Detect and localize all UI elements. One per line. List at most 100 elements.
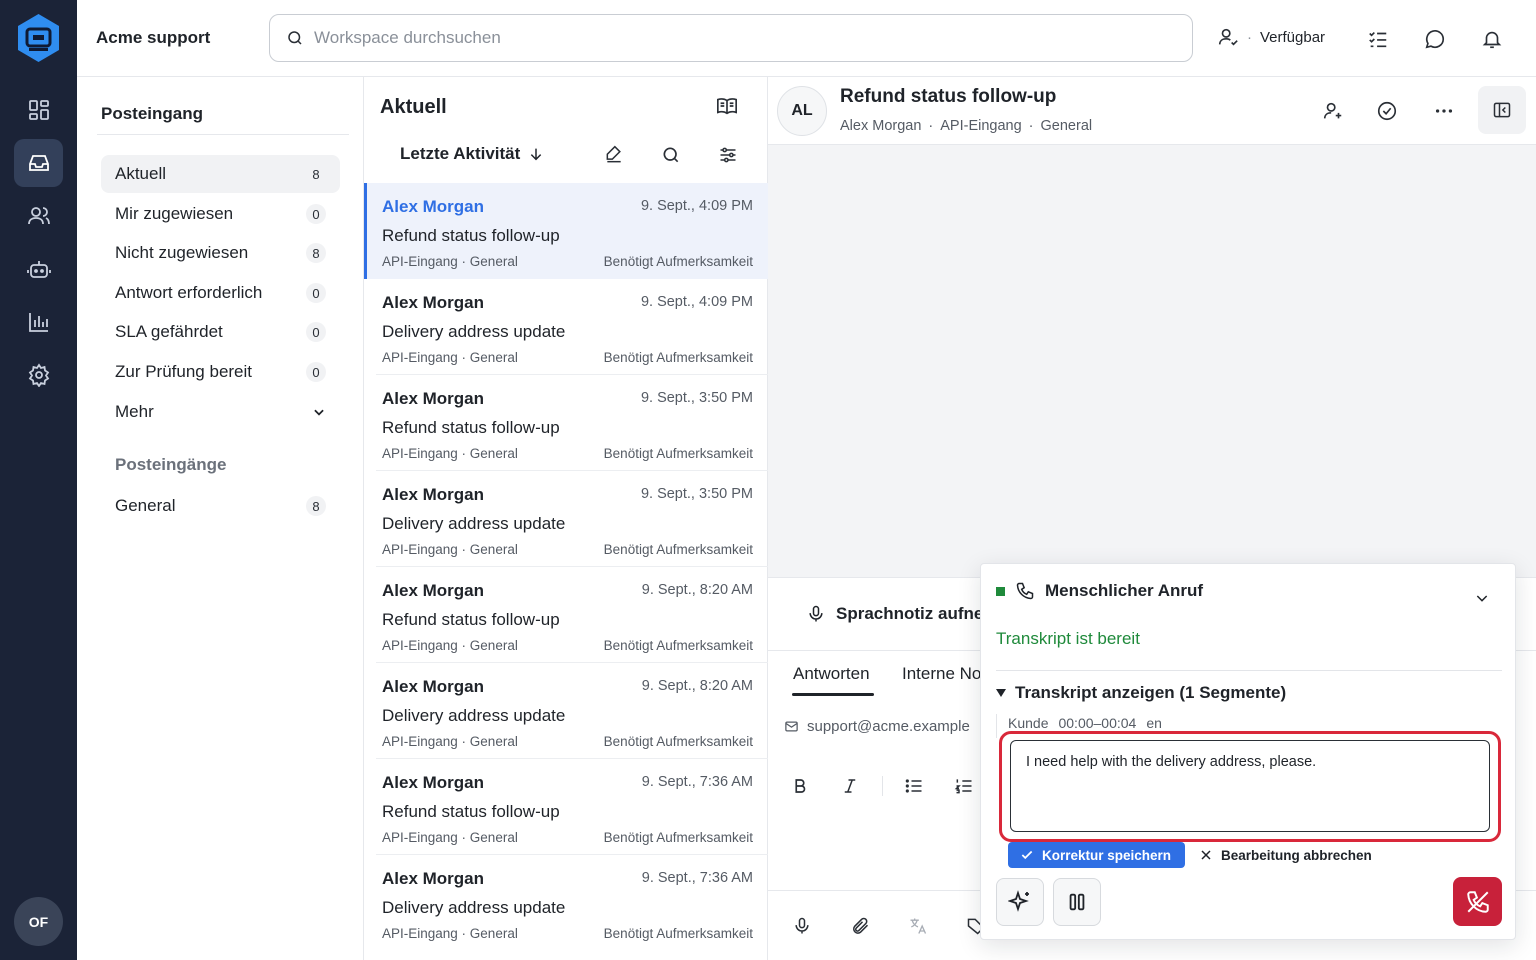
conversation-item[interactable]: Alex Morgan 9. Sept., 4:09 PM Refund sta… xyxy=(364,183,768,279)
search-input[interactable] xyxy=(314,28,1174,48)
settings-icon[interactable] xyxy=(14,351,63,399)
sort-dropdown[interactable]: Letzte Aktivität xyxy=(400,144,544,164)
sidebar-item-mehr[interactable]: Mehr xyxy=(101,393,340,431)
separator: · xyxy=(1028,118,1034,134)
conversation-meta: API-Eingang · General xyxy=(382,830,518,845)
phone-off-icon xyxy=(1466,890,1489,913)
conversation-subject: Delivery address update xyxy=(382,322,566,341)
book-icon[interactable] xyxy=(716,95,738,117)
compose-icon[interactable] xyxy=(602,143,626,167)
live-indicator xyxy=(996,587,1005,596)
toggle-panel-button[interactable] xyxy=(1478,86,1526,134)
arrow-down-icon xyxy=(531,148,542,161)
search-icon[interactable] xyxy=(659,143,683,167)
sidebar-item-general[interactable]: General 8 xyxy=(101,487,340,525)
conversation-meta: API-Eingang · General xyxy=(382,542,518,557)
conversation-list-panel: Aktuell Letzte Aktivität Alex Morgan 9. … xyxy=(364,77,768,960)
italic-icon[interactable] xyxy=(838,774,862,798)
filter-icon[interactable] xyxy=(716,143,740,167)
conversation-meta: API-Eingang · General xyxy=(382,734,518,749)
divider xyxy=(882,776,883,796)
chat-icon[interactable] xyxy=(1420,24,1450,54)
status-label: Verfügbar xyxy=(1260,28,1326,46)
save-correction-button[interactable]: Korrektur speichern xyxy=(1008,842,1186,868)
call-title-label: Menschlicher Anruf xyxy=(1045,581,1204,600)
divider xyxy=(996,670,1502,671)
timestamp: 9. Sept., 7:36 AM xyxy=(641,870,753,886)
microphone-icon[interactable] xyxy=(790,914,814,938)
conversation-item[interactable]: Alex Morgan 9. Sept., 3:50 PM Refund sta… xyxy=(364,375,768,471)
team-name[interactable]: General xyxy=(1041,118,1093,134)
attention-flag: Benötigt Aufmerksamkeit xyxy=(603,254,753,269)
count-badge: 0 xyxy=(306,322,326,342)
tab-reply[interactable]: Antworten xyxy=(793,664,870,684)
conversation-item[interactable]: Alex Morgan 9. Sept., 8:20 AM Refund sta… xyxy=(364,567,768,663)
timestamp: 9. Sept., 4:09 PM xyxy=(640,198,753,214)
bold-icon[interactable] xyxy=(788,774,812,798)
resolve-check-icon[interactable] xyxy=(1373,97,1401,125)
call-popup: Menschlicher Anruf Transkript ist bereit… xyxy=(980,563,1516,940)
dashboard-icon[interactable] xyxy=(14,86,63,134)
active-tab-indicator xyxy=(792,693,874,696)
translate-icon[interactable] xyxy=(906,914,930,938)
contact-name: Alex Morgan xyxy=(382,581,485,600)
hang-up-button[interactable] xyxy=(1453,877,1502,926)
attention-flag: Benötigt Aufmerksamkeit xyxy=(603,830,753,845)
timestamp: 9. Sept., 3:50 PM xyxy=(640,390,753,406)
sidebar-item-zur-pruefung-bereit[interactable]: Zur Prüfung bereit 0 xyxy=(101,353,340,391)
user-avatar[interactable]: OF xyxy=(14,897,63,946)
conversation-meta: API-Eingang · General xyxy=(382,446,518,461)
tasks-icon[interactable] xyxy=(1363,24,1393,54)
conversation-item[interactable]: Alex Morgan 9. Sept., 8:20 AM Delivery a… xyxy=(364,663,768,759)
sidebar-item-nicht-zugewiesen[interactable]: Nicht zugewiesen 8 xyxy=(101,234,340,272)
reports-icon[interactable] xyxy=(14,298,63,346)
check-icon xyxy=(1021,850,1033,860)
numbered-list-icon[interactable] xyxy=(952,774,976,798)
sidebar-item-aktuell[interactable]: Aktuell 8 xyxy=(101,155,340,193)
app-logo[interactable] xyxy=(14,12,63,64)
sidebar-item-sla-gefaehrdet[interactable]: SLA gefährdet 0 xyxy=(101,313,340,351)
contact-name: Alex Morgan xyxy=(382,677,485,696)
count-badge: 0 xyxy=(306,204,326,224)
conversation-item[interactable]: Alex Morgan 9. Sept., 7:36 AM Delivery a… xyxy=(364,855,768,951)
segment-text-editor[interactable]: I need help with the delivery address, p… xyxy=(1010,740,1490,832)
conversation-item[interactable]: Alex Morgan 9. Sept., 4:09 PM Delivery a… xyxy=(364,279,768,375)
sidebar-item-antwort-erforderlich[interactable]: Antwort erforderlich 0 xyxy=(101,274,340,312)
transcript-toggle-label: Transkript anzeigen (1 Segmente) xyxy=(1015,683,1287,702)
from-address[interactable]: support@acme.example xyxy=(784,718,970,735)
search-box[interactable] xyxy=(269,14,1193,62)
inbox-name[interactable]: API-Eingang xyxy=(940,118,1021,134)
assign-user-icon[interactable] xyxy=(1319,97,1347,125)
transcript-status: Transkript ist bereit xyxy=(996,629,1140,648)
contact-name[interactable]: Alex Morgan xyxy=(840,118,921,134)
conversation-item[interactable]: Alex Morgan 9. Sept., 3:50 PM Delivery a… xyxy=(364,471,768,567)
conversation-subject: Refund status follow-up xyxy=(382,610,560,629)
segment-language: en xyxy=(1146,715,1162,731)
count-badge: 0 xyxy=(306,362,326,382)
timestamp: 9. Sept., 4:09 PM xyxy=(640,294,753,310)
chevron-down-icon[interactable] xyxy=(1474,590,1490,606)
more-options-icon[interactable] xyxy=(1430,97,1458,125)
contact-avatar[interactable]: AL xyxy=(777,86,827,136)
tab-internal-note[interactable]: Interne No xyxy=(902,664,981,684)
pause-call-button[interactable] xyxy=(1053,878,1101,926)
contacts-icon[interactable] xyxy=(14,192,63,240)
cancel-edit-button[interactable]: Bearbeitung abbrechen xyxy=(1200,842,1372,868)
conversation-item[interactable]: Alex Morgan 9. Sept., 7:36 AM Refund sta… xyxy=(364,759,768,855)
attachment-icon[interactable] xyxy=(848,914,872,938)
availability-status[interactable]: · Verfügbar xyxy=(1217,26,1325,48)
app-rail: OF xyxy=(0,0,77,960)
contact-name: Alex Morgan xyxy=(382,773,485,792)
transcript-toggle[interactable]: Transkript anzeigen (1 Segmente) xyxy=(995,683,1286,703)
sidebar-item-mir-zugewiesen[interactable]: Mir zugewiesen 0 xyxy=(101,195,340,233)
bell-icon[interactable] xyxy=(1477,24,1507,54)
count-badge: 8 xyxy=(312,166,320,182)
voice-note-button[interactable]: Sprachnotiz aufne xyxy=(806,604,983,624)
ai-assist-button[interactable] xyxy=(996,878,1044,926)
bot-icon[interactable] xyxy=(14,245,63,293)
inbox-icon[interactable] xyxy=(14,139,63,187)
attention-flag: Benötigt Aufmerksamkeit xyxy=(603,638,753,653)
sidebar-item-label: General xyxy=(115,496,176,515)
count-badge: 0 xyxy=(306,283,326,303)
bullet-list-icon[interactable] xyxy=(902,774,926,798)
